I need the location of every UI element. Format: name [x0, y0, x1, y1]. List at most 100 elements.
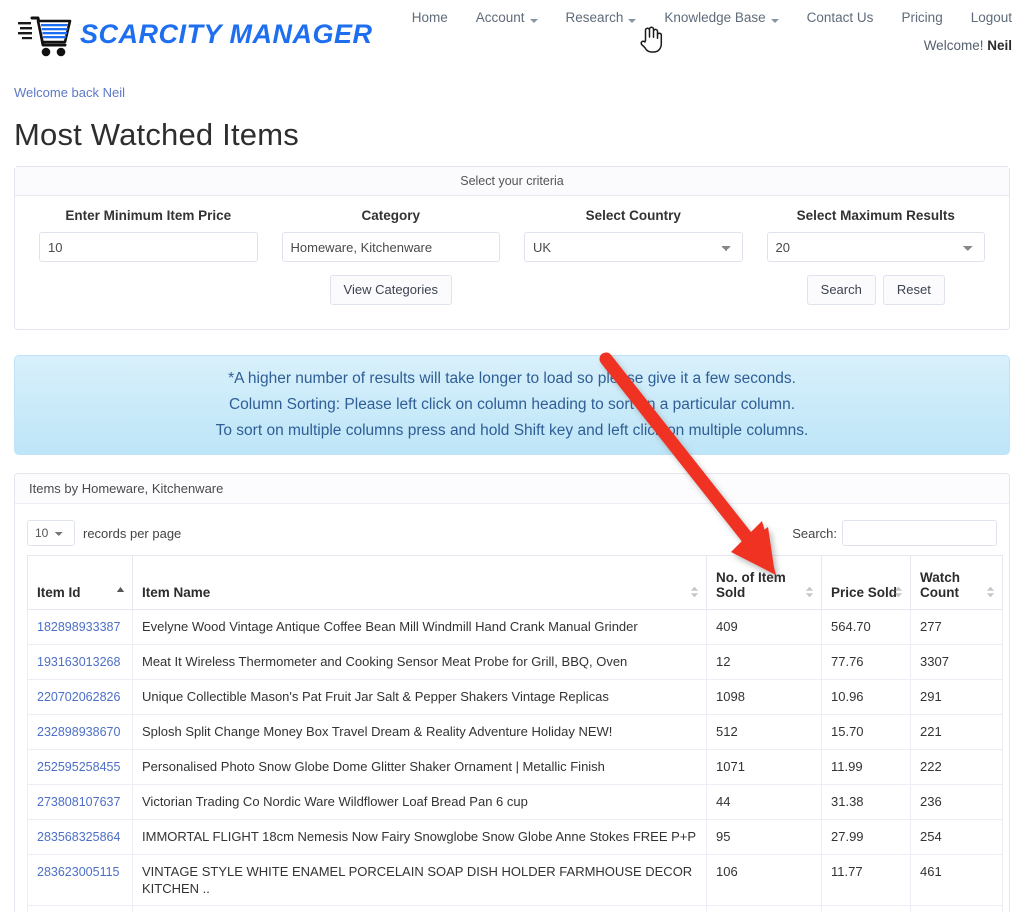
- cell-watch-count: 222: [910, 749, 1003, 785]
- reset-button[interactable]: Reset: [882, 275, 945, 305]
- max-results-select[interactable]: 20: [766, 232, 985, 262]
- nav-label: Logout: [970, 10, 1012, 25]
- nav-label: Knowledge Base: [664, 10, 766, 25]
- welcome-greeting: Welcome! Neil: [398, 38, 1018, 53]
- min-price-input[interactable]: [39, 232, 258, 262]
- cell-item-id: 220702062826: [27, 679, 133, 715]
- cell-price-sold: 564.70: [821, 609, 911, 645]
- min-price-label: Enter Minimum Item Price: [65, 208, 232, 223]
- nav-item-logout[interactable]: Logout: [957, 8, 1018, 28]
- column-label: Item Name: [142, 585, 211, 600]
- spacer-cell-2: [512, 275, 755, 305]
- nav-item-knowledge-base[interactable]: Knowledge Base: [650, 8, 792, 28]
- nav-label: Pricing: [901, 10, 943, 25]
- chevron-down-icon: [628, 18, 637, 23]
- cell-price-sold: 15.70: [821, 714, 911, 750]
- nav-item-research[interactable]: Research: [552, 8, 651, 28]
- column-label: No. of Item Sold: [716, 570, 786, 600]
- column-header-item-id[interactable]: Item Id: [27, 555, 133, 610]
- nav-label: Home: [411, 10, 448, 25]
- item-id-link[interactable]: 273808107637: [37, 795, 120, 809]
- welcome-back-link[interactable]: Welcome back Neil: [14, 85, 125, 100]
- column-label: Watch Count: [920, 570, 960, 600]
- cell-no-of-item-sold: 409: [706, 609, 822, 645]
- cell-item-id: 283568325864: [27, 819, 133, 855]
- search-reset-group: Search Reset: [806, 275, 945, 305]
- column-header-item-name[interactable]: Item Name: [132, 555, 707, 610]
- cell-watch-count: 277: [910, 609, 1003, 645]
- page-title: Most Watched Items: [14, 117, 299, 152]
- view-categories-button[interactable]: View Categories: [329, 275, 452, 305]
- results-table-body: 182898933387 Evelyne Wood Vintage Antique…: [27, 609, 1003, 912]
- cell-watch-count: 461: [910, 854, 1003, 906]
- table-search-control: Search:: [792, 520, 997, 546]
- cell-price-sold: 11.77: [821, 854, 911, 906]
- page-root: SCARCITY MANAGER Home Account Research K…: [0, 0, 1024, 912]
- country-select[interactable]: UK: [524, 232, 743, 262]
- column-header-no-of-item-sold[interactable]: No. of Item Sold: [706, 555, 822, 610]
- item-id-link[interactable]: 220702062826: [37, 690, 120, 704]
- page-length-label: records per page: [83, 525, 182, 541]
- cell-item-name: IMMORTAL FLIGHT 18cm Nemesis Now Fairy S…: [132, 819, 707, 855]
- cell-item-name: Unique Collectible Mason's Pat Fruit Jar…: [132, 679, 707, 715]
- cell-item-id: 252595258455: [27, 749, 133, 785]
- table-row: 283568325864 IMMORTAL FLIGHT 18cm Nemesis…: [27, 819, 1003, 855]
- nav-item-contact-us[interactable]: Contact Us: [793, 8, 888, 28]
- item-id-link[interactable]: 283623005115: [37, 865, 120, 879]
- field-country: Select Country UK: [512, 208, 755, 262]
- info-banner-line-1: *A higher number of results will take lo…: [228, 370, 796, 387]
- cell-no-of-item-sold: 512: [706, 714, 822, 750]
- cell-no-of-item-sold: 12: [706, 644, 822, 680]
- cell-no-of-item-sold: 218: [706, 905, 822, 912]
- nav-item-account[interactable]: Account: [462, 8, 552, 28]
- search-button[interactable]: Search: [806, 275, 876, 305]
- table-controls: 10 records per page Search:: [27, 514, 997, 552]
- welcome-prefix: Welcome!: [923, 38, 984, 53]
- table-search-label: Search:: [792, 525, 837, 541]
- column-label: Price Sold: [831, 585, 898, 600]
- results-table-head: Item Id Item Name No. of Item Sold Price…: [27, 555, 1003, 610]
- table-row: 232898938670 Splosh Split Change Money Bo…: [27, 714, 1003, 750]
- field-category: Category: [270, 208, 513, 262]
- brand-name: SCARCITY MANAGER: [80, 18, 373, 49]
- cell-watch-count: 3307: [910, 644, 1003, 680]
- criteria-panel: Select your criteria Enter Minimum Item …: [14, 166, 1010, 330]
- site-header: SCARCITY MANAGER Home Account Research K…: [0, 0, 1024, 72]
- column-header-watch-count[interactable]: Watch Count: [910, 555, 1003, 610]
- table-search-input[interactable]: [842, 520, 997, 546]
- cell-price-sold: 31.38: [821, 784, 911, 820]
- info-banner-line-2: Column Sorting: Please left click on col…: [228, 396, 796, 413]
- column-header-price-sold[interactable]: Price Sold: [821, 555, 911, 610]
- results-table: Item Id Item Name No. of Item Sold Price…: [27, 555, 1003, 912]
- page-length-select[interactable]: 10: [27, 520, 75, 546]
- sort-ascending-icon: [116, 586, 125, 598]
- table-row: 193163013268 Meat It Wireless Thermometer…: [27, 644, 1003, 680]
- category-label: Category: [361, 208, 420, 223]
- item-id-link[interactable]: 232898938670: [37, 725, 120, 739]
- cell-item-name: Splosh Split Change Money Box Travel Dre…: [132, 714, 707, 750]
- nav-label: Research: [565, 10, 624, 25]
- cell-item-name: Evelyne Wood Vintage Antique Coffee Bean…: [132, 609, 707, 645]
- item-id-link[interactable]: 283568325864: [37, 830, 120, 844]
- chevron-down-icon: [529, 18, 538, 23]
- cell-price-sold: 10.96: [821, 679, 911, 715]
- table-row: 220702062826 Unique Collectible Mason's P…: [27, 679, 1003, 715]
- sort-both-icon: [986, 586, 995, 598]
- nav-item-pricing[interactable]: Pricing: [887, 8, 956, 28]
- item-id-link[interactable]: 252595258455: [37, 760, 120, 774]
- cell-price-sold: 11.99: [821, 749, 911, 785]
- results-panel-body: 10 records per page Search: Item Id Item…: [15, 504, 1009, 912]
- brand-logo[interactable]: SCARCITY MANAGER: [18, 8, 373, 60]
- cell-price-sold: 77.76: [821, 644, 911, 680]
- cell-item-name: Meat It Wireless Thermometer and Cooking…: [132, 644, 707, 680]
- search-reset-cell: Search Reset: [755, 275, 998, 305]
- nav-item-home[interactable]: Home: [398, 8, 462, 28]
- item-id-link[interactable]: 193163013268: [37, 655, 120, 669]
- cell-no-of-item-sold: 1071: [706, 749, 822, 785]
- max-results-label: Select Maximum Results: [796, 208, 955, 223]
- category-input[interactable]: [281, 232, 500, 262]
- item-id-link[interactable]: 182898933387: [37, 620, 120, 634]
- cell-item-name: Victorian Trading Co Nordic Ware Wildflo…: [132, 784, 707, 820]
- table-row: 182898933387 Evelyne Wood Vintage Antique…: [27, 609, 1003, 645]
- cell-item-id: 273808107637: [27, 784, 133, 820]
